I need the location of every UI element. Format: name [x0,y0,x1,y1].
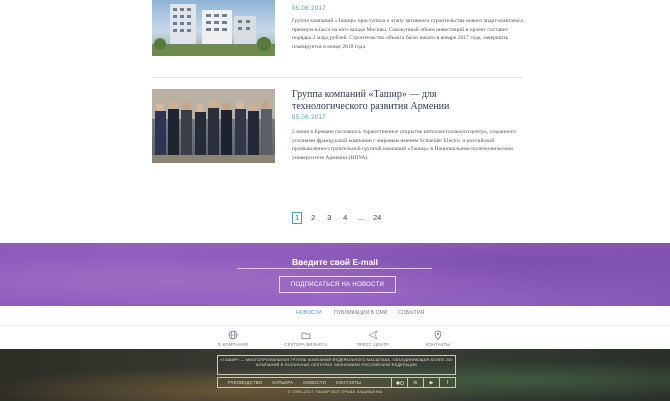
page-link-1[interactable]: 1 [292,211,303,224]
footer-about-text: «ТАШИР» — МНОГОПРОФИЛЬНАЯ ГРУППА КОМПАНИ… [217,355,456,375]
page-link-2[interactable]: 2 [308,212,318,224]
news-date: 05.06.2017 [292,115,327,121]
globe-icon [228,330,238,340]
news-title[interactable]: Группа компаний «Ташир» — для технологич… [292,89,514,113]
subscribe-section: Введите свой E-mail ПОДПИСАТЬСЯ НА НОВОС… [0,243,670,306]
section-nav: О КОМПАНИИ СЕКТОРА БИЗНЕСА ПРЕСС-ЦЕНТР К… [0,325,670,347]
nav-business-label: СЕКТОРА БИЗНЕСА [284,342,328,347]
subnav-publications[interactable]: ПУБЛИКАЦИИ В СМИ [334,310,387,316]
linkedin-icon[interactable]: in [407,378,423,387]
nav-contacts[interactable]: КОНТАКТЫ [408,330,468,347]
pagination: 1 2 3 4 ... 24 [292,211,382,224]
news-date: 05.06.2017 [292,6,327,12]
news-thumbnail-building[interactable] [152,0,275,56]
map-pin-icon [434,330,442,340]
page-link-3[interactable]: 3 [324,212,334,224]
page-ellipsis: ... [358,213,365,222]
nav-business[interactable]: СЕКТОРА БИЗНЕСА [276,330,336,347]
send-icon [368,330,378,340]
nav-press-label: ПРЕСС-ЦЕНТР [356,342,390,347]
nav-press[interactable]: ПРЕСС-ЦЕНТР [343,330,403,347]
press-subnav: НОВОСТИ ПУБЛИКАЦИИ В СМИ СОБЫТИЯ [0,310,670,324]
page-link-4[interactable]: 4 [340,212,350,224]
social-links: in ▶ f [391,378,455,387]
footer-link-contacts[interactable]: КОНТАКТЫ [336,380,361,385]
youtube-icon[interactable]: ▶ [423,378,439,387]
footer-menu: РУКОВОДСТВО КАРЬЕРА НОВОСТИ КОНТАКТЫ in … [217,377,456,388]
nav-contacts-label: КОНТАКТЫ [425,342,451,347]
news-excerpt: Группа компаний «Ташир» приступила к эта… [292,18,523,50]
folder-icon [301,332,311,339]
footer-link-news[interactable]: НОВОСТИ [303,380,326,385]
flickr-icon[interactable] [391,378,407,387]
subnav-events[interactable]: СОБЫТИЯ [398,310,424,316]
footer: «ТАШИР» — МНОГОПРОФИЛЬНАЯ ГРУППА КОМПАНИ… [0,349,670,401]
news-excerpt: 5 июня в Ереване состоялось торжественно… [292,129,516,161]
news-thumbnail-people[interactable] [152,89,275,163]
copyright: © 1999–2017 ТАШИР ВСЕ ПРАВА ЗАЩИЩЕНЫ [287,390,383,394]
subnav-news[interactable]: НОВОСТИ [296,310,322,316]
nav-about[interactable]: О КОМПАНИИ [203,330,263,347]
footer-link-management[interactable]: РУКОВОДСТВО [228,380,262,385]
facebook-icon[interactable]: f [439,378,455,387]
email-field-underline [237,268,432,269]
news-item: Группа компаний «Ташир» — для технологич… [152,89,522,174]
email-field[interactable]: Введите свой E-mail [0,257,670,267]
footer-link-career[interactable]: КАРЬЕРА [272,380,293,385]
subscribe-button[interactable]: ПОДПИСАТЬСЯ НА НОВОСТИ [279,276,396,293]
page-link-last[interactable]: 24 [372,212,382,224]
news-item: 05.06.2017 Группа компаний «Ташир» прист… [152,0,523,78]
nav-about-label: О КОМПАНИИ [217,342,249,347]
